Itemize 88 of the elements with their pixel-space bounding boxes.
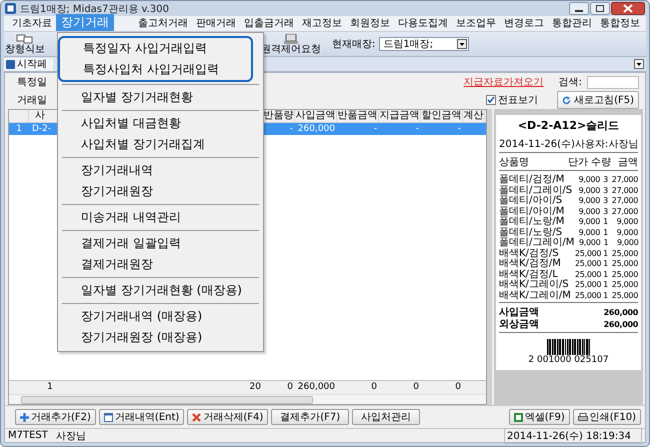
- receipt-cell-text: 9,000: [616, 238, 638, 248]
- receipt-cell-text: 폴데티/검정/M: [499, 175, 566, 186]
- total-value: 260,000: [604, 307, 638, 319]
- total-cell-text: 0: [412, 381, 420, 394]
- table-cell-text: -: [456, 123, 462, 135]
- receipt-cell-text: 폴데티/노랑/S: [499, 228, 564, 238]
- column-header: 지급금액: [379, 110, 421, 122]
- total-cell-text: 260,000: [296, 381, 336, 394]
- receipt-user: 사용자:사장님: [574, 139, 638, 151]
- receipt-cell-text: 9,000: [578, 175, 600, 186]
- receipt-cell-text: 배색K/그레이/M: [499, 290, 572, 301]
- receipt-cell-text: 9,000: [578, 217, 600, 228]
- receipt-cell-text: 1: [602, 248, 609, 259]
- table-cell-text: -: [414, 123, 420, 135]
- store-label: 현재매장:: [332, 38, 376, 51]
- receipt-title: <D-2-A12>슬리드: [516, 118, 620, 133]
- receipt-cell-text: 9,000: [578, 206, 600, 217]
- receipt-cell: 25,000: [575, 248, 600, 259]
- receipt-cell: 폴데티/그레이/M: [499, 238, 574, 248]
- receipt-column-header: 상품명: [499, 157, 530, 169]
- barcode-number: 2 001000 025107: [527, 355, 610, 365]
- receipt-cell-text: 9,000: [616, 217, 638, 228]
- total-label: 사입금액: [499, 307, 539, 319]
- table-cell-text: 260,000: [296, 123, 336, 135]
- receipt-cell-text: 1: [602, 290, 609, 301]
- receipt-cell-text: 9,000: [578, 238, 600, 248]
- receipt-cell-text: 폴데티/아이/S: [499, 196, 564, 206]
- status-text: M7TEST: [8, 430, 48, 441]
- receipt-cell-text: 3: [602, 206, 609, 217]
- receipt-cell-text: 3: [602, 186, 609, 196]
- receipt-cell-text: 폴데티/그레이/S: [499, 186, 574, 196]
- receipt-cell: 27,000: [611, 186, 638, 196]
- table-cell-text: 1: [15, 123, 23, 135]
- receipt-cell-text: 9,000: [578, 228, 600, 238]
- receipt-cell-text: 폴데티/아이/M: [499, 206, 566, 216]
- status-datetime: 2014-11-26(수) 18:19:34: [504, 428, 642, 444]
- receipt-cell-text: 배색K/검정/S: [499, 248, 560, 258]
- receipt-cell-text: 9,000: [616, 228, 638, 238]
- receipt-cell: 25,000: [575, 270, 600, 280]
- receipt-cell: 27,000: [611, 206, 638, 217]
- receipt-cell: 25,000: [575, 290, 600, 301]
- receipt-cell: 25,000: [611, 280, 638, 290]
- receipt-cell-text: 배색K/검정/M: [499, 259, 562, 270]
- receipt-cell: 27,000: [611, 196, 638, 206]
- receipt-cell: 25,000: [611, 270, 638, 280]
- receipt-cell-text: 3: [602, 175, 609, 186]
- receipt-cell-text: 1: [602, 280, 609, 290]
- receipt-cell: 25,000: [611, 259, 638, 270]
- total-cell-text: 0: [286, 381, 294, 394]
- receipt-cell-text: 3: [602, 196, 609, 206]
- receipt-cell-text: 1: [602, 259, 609, 270]
- receipt-column-header: 단가: [567, 157, 588, 169]
- filter-label: 거래일: [17, 94, 47, 107]
- column-header: 계산: [463, 110, 485, 122]
- receipt-cell-text: 9,000: [578, 196, 600, 206]
- receipt-cell: 25,000: [575, 259, 600, 270]
- receipt-cell-text: 배색K/그레이/S: [499, 280, 570, 290]
- table-cell-text: D-2-: [31, 123, 52, 135]
- receipt-cell: 25,000: [611, 290, 638, 301]
- column-header: 할인금액: [421, 110, 463, 122]
- total-cell-text: 1: [46, 381, 54, 394]
- filter-label: 특정일: [17, 76, 47, 89]
- window-title: 드림1매장; Midas7관리용 v.300: [20, 2, 169, 16]
- receipt-cell-text: 9,000: [578, 186, 600, 196]
- receipt-cell-text: 1: [602, 217, 609, 228]
- receipt-cell: 27,000: [611, 175, 638, 186]
- total-value: 260,000: [604, 319, 638, 331]
- receipt-cell-text: 1: [602, 228, 609, 238]
- receipt-column-header: 수량: [590, 157, 612, 169]
- total-cell-text: 20: [248, 381, 262, 394]
- slip-view-label: 전표보기: [498, 94, 538, 107]
- status-text: 사장님: [56, 430, 86, 442]
- receipt-cell-text: 폴데티/노랑/M: [499, 217, 566, 228]
- receipt-cell: 25,000: [611, 248, 638, 259]
- table-cell-text: -: [288, 123, 294, 135]
- receipt-date: 2014-11-26(수): [499, 139, 575, 151]
- receipt-cell-text: 배색K/검정/L: [499, 270, 559, 280]
- receipt-cell: 25,000: [575, 280, 600, 290]
- total-label: 외상금액: [499, 319, 539, 331]
- table-cell-text: -: [372, 123, 378, 135]
- receipt-cell-text: 1: [602, 270, 609, 280]
- column-header: 사입금액: [295, 110, 337, 122]
- receipt-cell-text: 1: [602, 238, 610, 248]
- receipt-column-header: 금액: [617, 157, 638, 169]
- search-label: 검색:: [558, 76, 582, 89]
- total-cell-text: 0: [370, 381, 378, 394]
- column-header: 반품금액: [337, 110, 379, 122]
- total-cell-text: 0: [454, 381, 462, 394]
